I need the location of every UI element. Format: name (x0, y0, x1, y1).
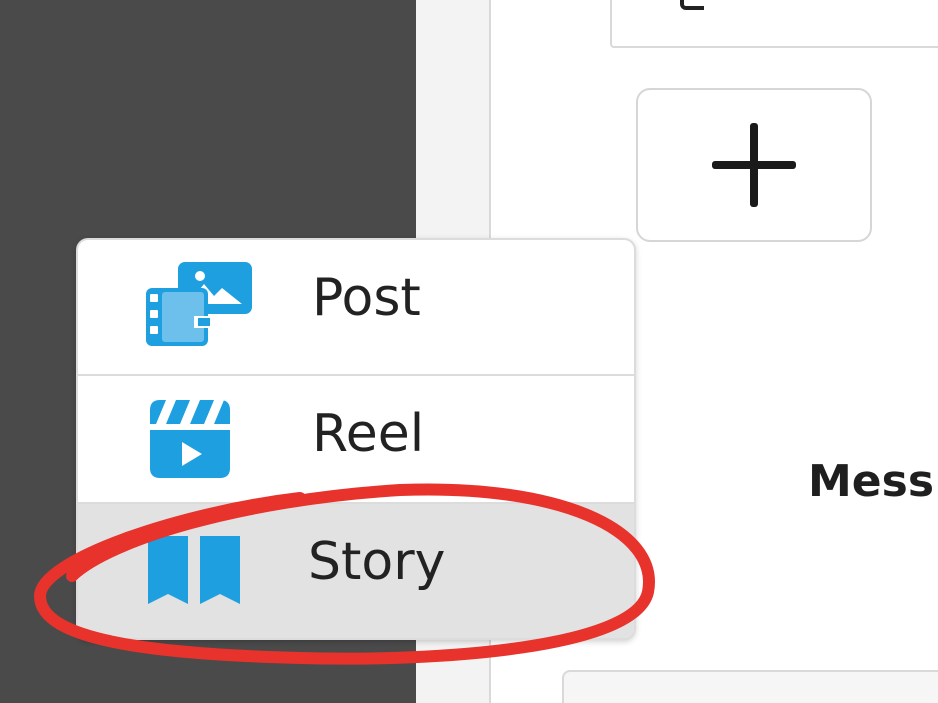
reel-clapper-icon (144, 396, 236, 486)
top-input-box[interactable] (610, 0, 938, 48)
post-media-icon (144, 260, 254, 354)
add-button[interactable] (636, 88, 872, 242)
menu-item-reel-label: Reel (312, 404, 425, 464)
story-book-icon (144, 532, 244, 616)
menu-item-story-label: Story (308, 532, 446, 592)
top-box-glyph-icon (680, 0, 704, 10)
messages-label: Mess (808, 456, 935, 507)
bottom-input-box[interactable] (562, 670, 938, 703)
plus-icon (712, 123, 796, 207)
menu-item-story[interactable]: Story (78, 504, 634, 638)
menu-item-post[interactable]: Post (78, 240, 634, 376)
create-menu: Post Reel Story (76, 238, 636, 640)
menu-item-post-label: Post (312, 268, 421, 328)
screen: Mess Post Reel Story (0, 0, 938, 703)
menu-item-reel[interactable]: Reel (78, 376, 634, 504)
